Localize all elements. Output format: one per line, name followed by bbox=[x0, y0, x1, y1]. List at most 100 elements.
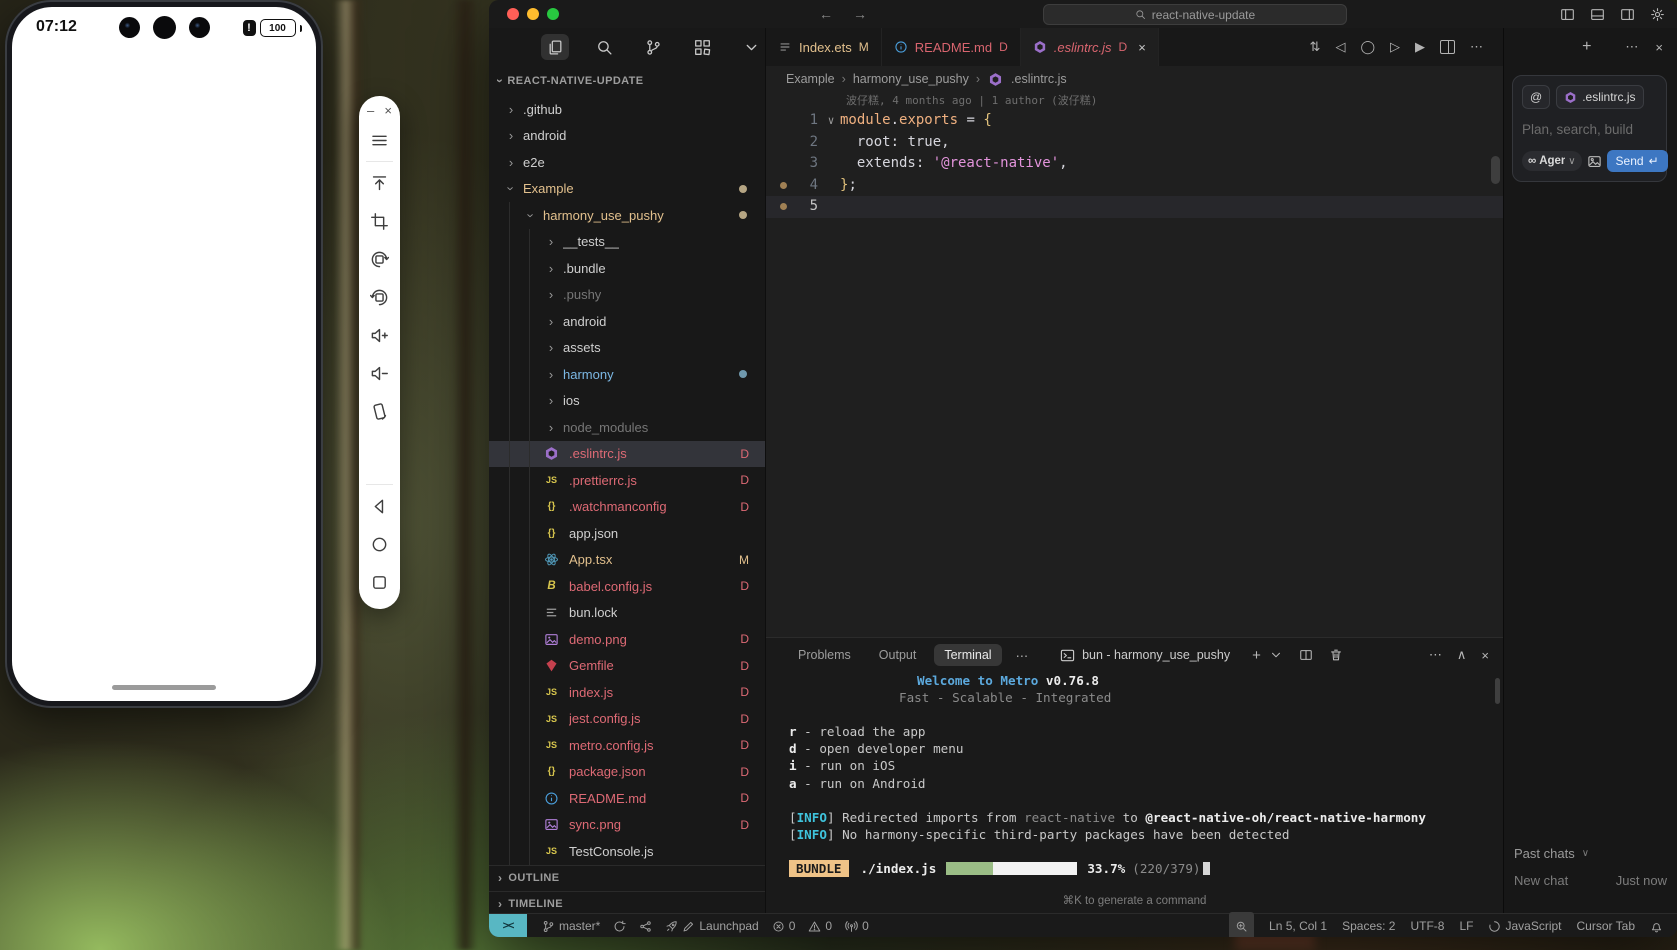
terminal-dropdown-icon[interactable] bbox=[1269, 648, 1283, 662]
chat-input-card[interactable]: @ .eslintrc.js Plan, search, build ∞ Age… bbox=[1512, 75, 1667, 182]
tree-item-Example[interactable]: ›Example bbox=[489, 176, 765, 203]
panel-scrollbar[interactable] bbox=[1495, 678, 1500, 704]
tree-item-TestConsole.js[interactable]: JSTestConsole.js bbox=[489, 838, 765, 865]
run-file-icon[interactable]: ▶ bbox=[1415, 39, 1425, 55]
toggle-secondary-sidebar-icon[interactable] bbox=[1620, 7, 1635, 22]
tab-README.md[interactable]: README.mdD bbox=[882, 28, 1021, 66]
tree-item-app.json[interactable]: {}app.json bbox=[489, 520, 765, 547]
code-line-4[interactable]: 4}; bbox=[766, 175, 1503, 197]
ports-count[interactable]: 0 bbox=[845, 919, 869, 933]
remote-indicator[interactable]: >< bbox=[489, 914, 527, 937]
nav-back-icon[interactable] bbox=[359, 487, 400, 525]
chat-input-placeholder[interactable]: Plan, search, build bbox=[1522, 122, 1657, 137]
next-change-icon[interactable]: ▷ bbox=[1390, 39, 1400, 55]
code-line-1[interactable]: 1∨module.exports = { bbox=[766, 110, 1503, 132]
tree-item-Gemfile[interactable]: GemfileD bbox=[489, 653, 765, 680]
tree-item-node_modules[interactable]: ›node_modules bbox=[489, 414, 765, 441]
file-context-chip[interactable]: .eslintrc.js bbox=[1556, 85, 1643, 109]
code-line-5[interactable]: 5 bbox=[766, 196, 1503, 218]
tree-item-metro.config.js[interactable]: JSmetro.config.jsD bbox=[489, 732, 765, 759]
search-view-icon[interactable] bbox=[590, 34, 618, 60]
toggle-sidebar-icon[interactable] bbox=[1560, 7, 1575, 22]
editor-scrollbar[interactable] bbox=[1491, 156, 1500, 184]
tree-item-.bundle[interactable]: ›.bundle bbox=[489, 255, 765, 282]
volume-down-icon[interactable] bbox=[359, 354, 400, 392]
launchpad-status[interactable]: Launchpad bbox=[665, 919, 758, 933]
tree-item-.prettierrc.js[interactable]: JS.prettierrc.jsD bbox=[489, 467, 765, 494]
tree-item-App.tsx[interactable]: App.tsxM bbox=[489, 547, 765, 574]
tree-item-harmony_use_pushy[interactable]: ›harmony_use_pushy bbox=[489, 202, 765, 229]
tree-item-package.json[interactable]: {}package.jsonD bbox=[489, 759, 765, 786]
tree-item-harmony[interactable]: ›harmony bbox=[489, 361, 765, 388]
tree-item-.eslintrc.js[interactable]: .eslintrc.jsD bbox=[489, 441, 765, 468]
tree-item-e2e[interactable]: ›e2e bbox=[489, 149, 765, 176]
git-graph-status[interactable] bbox=[639, 920, 652, 933]
tree-item-ios[interactable]: ›ios bbox=[489, 388, 765, 415]
close-toolbar-button[interactable]: × bbox=[384, 103, 392, 118]
warnings-count[interactable]: 0 bbox=[808, 919, 832, 933]
indentation[interactable]: Spaces: 2 bbox=[1342, 914, 1395, 937]
tree-item-assets[interactable]: ›assets bbox=[489, 335, 765, 362]
crop-icon[interactable] bbox=[359, 202, 400, 240]
volume-up-icon[interactable] bbox=[359, 316, 400, 354]
split-editor-icon[interactable] bbox=[1440, 40, 1455, 54]
breadcrumb-item[interactable]: .eslintrc.js bbox=[1011, 72, 1067, 86]
rotate-cw-icon[interactable] bbox=[359, 278, 400, 316]
tree-item-sync.png[interactable]: sync.pngD bbox=[489, 812, 765, 839]
more-actions-icon[interactable]: ⋯ bbox=[1470, 39, 1483, 55]
source-control-icon[interactable] bbox=[639, 34, 667, 60]
tree-item-android[interactable]: ›android bbox=[489, 123, 765, 150]
attach-image-icon[interactable] bbox=[1587, 154, 1602, 169]
tree-item-bun.lock[interactable]: bun.lock bbox=[489, 600, 765, 627]
previous-change-icon[interactable]: ◁ bbox=[1335, 39, 1345, 55]
breadcrumb-item[interactable]: Example bbox=[786, 72, 835, 86]
record-icon[interactable]: ◯ bbox=[1360, 39, 1375, 55]
close-panel-icon[interactable]: × bbox=[1481, 648, 1489, 663]
tree-item-demo.png[interactable]: demo.pngD bbox=[489, 626, 765, 653]
project-root-header[interactable]: › REACT-NATIVE-UPDATE bbox=[489, 66, 765, 96]
panel-tab-terminal[interactable]: Terminal bbox=[934, 644, 1001, 666]
compare-changes-icon[interactable]: ⇅ bbox=[1310, 39, 1321, 55]
tree-item-.github[interactable]: ›.github bbox=[489, 96, 765, 123]
chat-more-icon[interactable]: ⋯ bbox=[1625, 39, 1638, 55]
explorer-view-icon[interactable] bbox=[541, 34, 569, 60]
rotate-device-icon[interactable] bbox=[359, 392, 400, 430]
tree-item-README.md[interactable]: README.mdD bbox=[489, 785, 765, 812]
command-search-box[interactable]: react-native-update bbox=[1043, 4, 1347, 25]
cursor-tab[interactable]: Cursor Tab bbox=[1577, 914, 1635, 937]
tree-item-index.js[interactable]: JSindex.jsD bbox=[489, 679, 765, 706]
nav-recents-icon[interactable] bbox=[359, 563, 400, 601]
terminal-output[interactable]: Welcome to Metro v0.76.8Fast - Scalable … bbox=[766, 672, 1503, 843]
kill-terminal-icon[interactable] bbox=[1329, 648, 1343, 662]
tab-.eslintrc.js[interactable]: .eslintrc.jsD× bbox=[1021, 28, 1159, 66]
breadcrumb-item[interactable]: harmony_use_pushy bbox=[853, 72, 969, 86]
errors-count[interactable]: 0 bbox=[772, 919, 796, 933]
section-outline[interactable]: ›OUTLINE bbox=[489, 865, 765, 891]
minimize-toolbar-button[interactable]: – bbox=[367, 103, 374, 118]
nav-forward-button[interactable]: → bbox=[853, 6, 867, 22]
tree-item-.pushy[interactable]: ›.pushy bbox=[489, 282, 765, 309]
send-button[interactable]: Send ↵ bbox=[1607, 150, 1668, 172]
code-editor[interactable]: 波仔糕, 4 months ago | 1 author (波仔糕) 1∨mod… bbox=[766, 92, 1503, 637]
tree-item-jest.config.js[interactable]: JSjest.config.jsD bbox=[489, 706, 765, 733]
tab-Index.ets[interactable]: Index.etsM bbox=[766, 28, 882, 66]
tree-item-babel.config.js[interactable]: Bbabel.config.jsD bbox=[489, 573, 765, 600]
cursor-position[interactable]: Ln 5, Col 1 bbox=[1269, 914, 1327, 937]
home-indicator[interactable] bbox=[112, 685, 216, 690]
agent-mode-selector[interactable]: ∞ Agent ∨ bbox=[1522, 151, 1582, 171]
menu-icon[interactable] bbox=[359, 121, 400, 159]
nav-back-button[interactable]: ← bbox=[819, 6, 833, 22]
fold-chevron-icon[interactable]: ∨ bbox=[822, 110, 840, 132]
new-chat-icon[interactable]: + bbox=[1582, 38, 1591, 56]
emulator-screen[interactable]: 07:12 ! 100 bbox=[12, 7, 316, 701]
zoom-indicator[interactable] bbox=[1229, 912, 1254, 937]
panel-more-actions-icon[interactable]: ⋯ bbox=[1429, 647, 1442, 663]
minimize-window-button[interactable] bbox=[527, 8, 539, 20]
close-tab-icon[interactable]: × bbox=[1138, 40, 1146, 55]
encoding[interactable]: UTF-8 bbox=[1410, 914, 1444, 937]
terminal-session[interactable]: bun - harmony_use_pushy bbox=[1060, 648, 1230, 663]
close-chat-icon[interactable]: × bbox=[1655, 40, 1663, 55]
rotate-ccw-icon[interactable] bbox=[359, 240, 400, 278]
notifications[interactable] bbox=[1650, 914, 1663, 937]
split-terminal-icon[interactable] bbox=[1299, 648, 1313, 662]
